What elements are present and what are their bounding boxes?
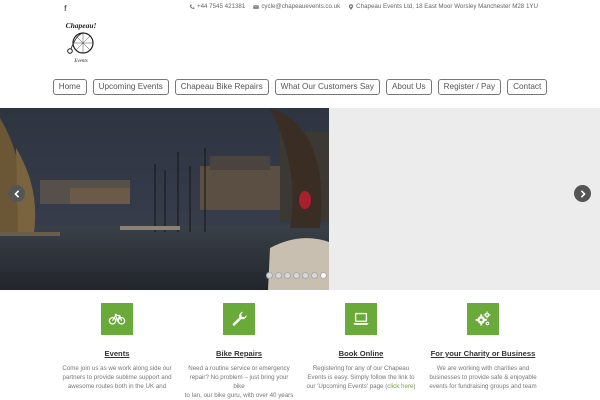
- main-nav: Home Upcoming Events Chapeau Bike Repair…: [0, 79, 600, 95]
- chevron-right-icon: [580, 189, 586, 198]
- feature-title[interactable]: For your Charity or Business: [428, 349, 538, 358]
- address-contact: Chapeau Events Ltd, 18 East Moor Worsley…: [348, 3, 538, 10]
- gears-icon: [475, 311, 491, 326]
- slider-dot[interactable]: [275, 272, 282, 279]
- slide-image-harbour: [0, 108, 329, 290]
- feature-icon-box[interactable]: [223, 303, 255, 335]
- slider-dot[interactable]: [293, 272, 300, 279]
- chapeau-logo[interactable]: Chapeau! Events: [64, 20, 98, 64]
- feature-events: Events Come join us as we work along sid…: [62, 303, 172, 391]
- feature-icon-box[interactable]: [345, 303, 377, 335]
- phone-number[interactable]: +44 7545 421381: [197, 3, 245, 10]
- slider-next-button[interactable]: [574, 185, 591, 202]
- laptop-icon: [353, 312, 369, 325]
- nav-contact[interactable]: Contact: [507, 79, 548, 95]
- phone-icon: [189, 4, 195, 9]
- nav-bike-repairs[interactable]: Chapeau Bike Repairs: [174, 79, 269, 95]
- feature-charity-business: For your Charity or Business We are work…: [428, 303, 538, 391]
- facebook-icon[interactable]: f: [64, 4, 67, 13]
- bicycle-icon: [108, 313, 126, 325]
- nav-about-us[interactable]: About Us: [385, 79, 432, 95]
- nav-register-pay[interactable]: Register / Pay: [437, 79, 502, 95]
- slider-dot[interactable]: [311, 272, 318, 279]
- email-contact: cycle@chapeauevents.co.uk: [253, 3, 340, 10]
- nav-upcoming-events[interactable]: Upcoming Events: [92, 79, 169, 95]
- feature-text: Need a routine service or emergency repai…: [184, 365, 294, 399]
- image-slider[interactable]: [0, 108, 600, 290]
- feature-text: We are working with charities and busines…: [429, 365, 537, 390]
- feature-icon-box[interactable]: [467, 303, 499, 335]
- address-text: Chapeau Events Ltd, 18 East Moor Worsley…: [356, 3, 538, 10]
- slider-dot[interactable]: [284, 272, 291, 279]
- feature-bike-repairs: Bike Repairs Need a routine service or e…: [184, 303, 294, 400]
- click-here-link[interactable]: click here: [387, 383, 413, 390]
- nav-customers-say[interactable]: What Our Customers Say: [274, 79, 380, 95]
- slider-dots: [266, 272, 327, 279]
- slider-prev-button[interactable]: [8, 185, 25, 202]
- slider-dot[interactable]: [320, 272, 327, 279]
- email-address[interactable]: cycle@chapeauevents.co.uk: [261, 3, 340, 10]
- contact-info: +44 7545 421381 cycle@chapeauevents.co.u…: [189, 3, 538, 10]
- chevron-left-icon: [13, 189, 19, 198]
- slider-dot[interactable]: [266, 272, 273, 279]
- top-bar: f +44 7545 421381 cycle@chapeauevents.co…: [0, 0, 600, 16]
- logo-title: Chapeau!: [66, 21, 97, 30]
- phone-contact: +44 7545 421381: [189, 3, 245, 10]
- logo-subtitle: Events: [73, 59, 87, 64]
- wrench-icon: [232, 311, 247, 326]
- feature-title[interactable]: Bike Repairs: [184, 349, 294, 358]
- envelope-icon: [253, 4, 260, 9]
- map-marker-icon: [349, 3, 354, 10]
- slider-dot[interactable]: [302, 272, 309, 279]
- feature-text: Registering for any of our Chapeau Events…: [306, 365, 416, 390]
- nav-home[interactable]: Home: [52, 79, 87, 95]
- feature-icon-box[interactable]: [101, 303, 133, 335]
- feature-title[interactable]: Events: [62, 349, 172, 358]
- feature-title[interactable]: Book Online: [306, 349, 416, 358]
- feature-book-online: Book Online Registering for any of our C…: [306, 303, 416, 391]
- feature-text: Come join us as we work along side our pa…: [62, 365, 172, 390]
